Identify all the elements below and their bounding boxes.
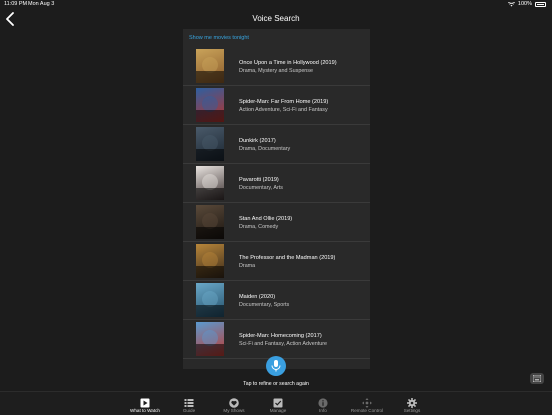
result-row[interactable]: The Professor and the Madman (2019) Drama	[183, 242, 370, 281]
poster-band	[196, 227, 224, 239]
tab-bar: What to Watch Guide My Shows Manage Info…	[0, 391, 552, 415]
list-icon	[184, 395, 194, 407]
poster-band	[196, 71, 224, 83]
tab-manage[interactable]: Manage	[258, 394, 298, 414]
tab-label: Settings	[403, 408, 421, 413]
movie-genres: Action Adventure, Sci-Fi and Fantasy	[239, 107, 328, 113]
movie-genres: Drama, Mystery and Suspense	[239, 68, 314, 74]
tab-settings[interactable]: Settings	[392, 394, 432, 414]
results-panel: Show me movies tonight Once Upon a Time …	[183, 29, 370, 369]
tab-label: Guide	[182, 408, 196, 413]
movie-genres: Documentary, Sports	[239, 302, 290, 308]
status-right: 100%	[507, 1, 546, 7]
tab-my-shows[interactable]: My Shows	[214, 394, 254, 414]
tab-info[interactable]: Info	[303, 394, 343, 414]
movie-title: The Professor and the Madman (2019)	[239, 255, 336, 261]
play-icon	[140, 395, 150, 408]
movie-poster	[196, 283, 224, 317]
gear-icon	[407, 395, 417, 408]
battery-percent: 100%	[517, 1, 532, 7]
page-title: Voice Search	[252, 14, 300, 23]
result-row[interactable]: Maiden (2020) Documentary, Sports	[183, 281, 370, 320]
result-row[interactable]: Spider-Man: Homecoming (2017) Sci-Fi and …	[183, 320, 370, 359]
poster-band	[196, 344, 224, 356]
keyboard-icon	[533, 375, 541, 382]
nav-header: Voice Search	[0, 9, 552, 29]
poster-band	[196, 305, 224, 317]
microphone-icon	[271, 360, 281, 372]
movie-title: Maiden (2020)	[239, 294, 276, 300]
keyboard-button[interactable]	[530, 373, 544, 384]
movie-poster	[196, 49, 224, 83]
tab-what-to-watch[interactable]: What to Watch	[125, 394, 165, 414]
movie-poster	[196, 88, 224, 122]
heart-icon	[229, 395, 239, 408]
movie-poster	[196, 127, 224, 161]
movie-genres: Drama, Documentary	[239, 146, 291, 152]
movie-genres: Drama	[239, 263, 256, 269]
mic-button[interactable]	[266, 356, 286, 376]
wifi-icon	[507, 1, 515, 6]
status-date: Mon Aug 3	[28, 1, 55, 7]
voice-query-text: Show me movies tonight	[189, 35, 249, 41]
dpad-icon	[362, 395, 372, 408]
status-bar: 11:09 PM Mon Aug 3 100%	[0, 0, 552, 9]
result-row[interactable]: Stan And Ollie (2019) Drama, Comedy	[183, 203, 370, 242]
result-list: Once Upon a Time in Hollywood (2019) Dram…	[183, 47, 370, 359]
info-icon	[318, 395, 328, 408]
poster-band	[196, 188, 224, 200]
movie-poster	[196, 166, 224, 200]
movie-poster	[196, 322, 224, 356]
movie-poster	[196, 205, 224, 239]
tab-label: What to Watch	[130, 408, 160, 413]
refine-hint[interactable]: Tap to refine or search again	[0, 381, 552, 387]
movie-title: Once Upon a Time in Hollywood (2019)	[239, 60, 337, 66]
movie-title: Spider-Man: Far From Home (2019)	[239, 99, 329, 105]
movie-genres: Drama, Comedy	[239, 224, 279, 230]
check-box-icon	[273, 395, 283, 408]
movie-genres: Documentary, Arts	[239, 185, 283, 191]
tab-guide[interactable]: Guide	[169, 394, 209, 414]
status-time: 11:09 PM	[4, 1, 28, 7]
result-row[interactable]: Spider-Man: Far From Home (2019) Action A…	[183, 86, 370, 125]
movie-title: Spider-Man: Homecoming (2017)	[239, 333, 322, 339]
tab-label: My Shows	[223, 408, 245, 413]
tab-label: Manage	[269, 408, 287, 413]
movie-title: Dunkirk (2017)	[239, 138, 276, 144]
movie-title: Stan And Ollie (2019)	[239, 216, 293, 222]
tab-remote-control[interactable]: Remote Control	[347, 394, 387, 414]
result-row[interactable]: Dunkirk (2017) Drama, Documentary	[183, 125, 370, 164]
poster-band	[196, 110, 224, 122]
movie-poster	[196, 244, 224, 278]
tab-label: Remote Control	[350, 408, 384, 413]
result-row[interactable]: Pavarotti (2019) Documentary, Arts	[183, 164, 370, 203]
movie-title: Pavarotti (2019)	[239, 177, 279, 183]
movie-genres: Sci-Fi and Fantasy, Action Adventure	[239, 341, 327, 347]
result-row[interactable]: Once Upon a Time in Hollywood (2019) Dram…	[183, 47, 370, 86]
battery-icon	[535, 1, 546, 7]
tab-label: Info	[319, 408, 327, 413]
poster-band	[196, 149, 224, 161]
poster-band	[196, 266, 224, 278]
